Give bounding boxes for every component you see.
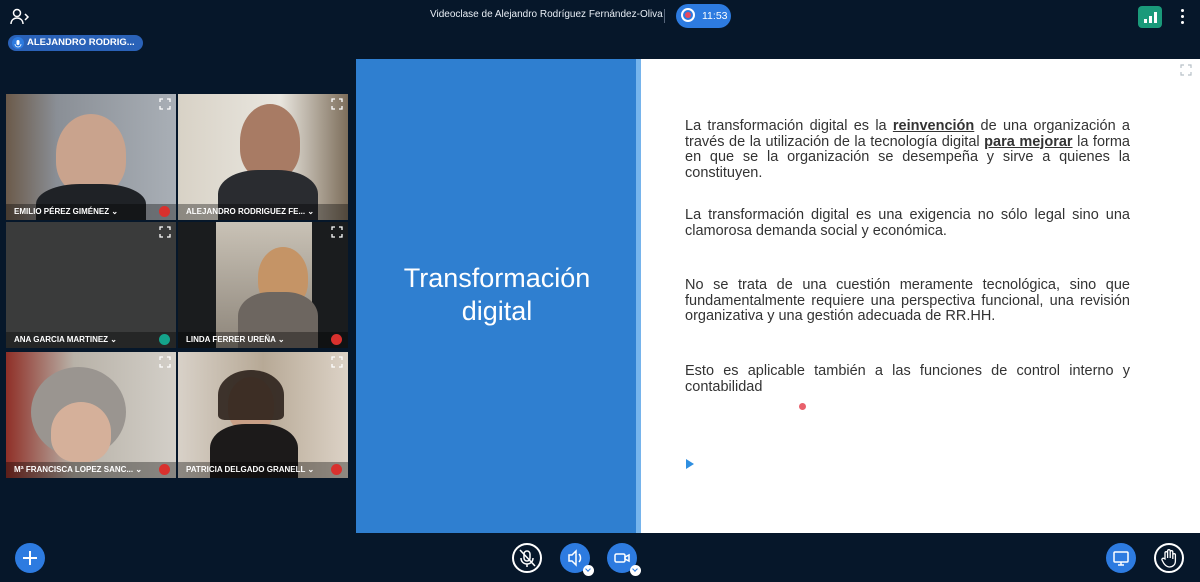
participant-name[interactable]: Mª FRANCISCA LOPEZ SANC... ⌄ bbox=[14, 465, 142, 474]
participant-name[interactable]: ALEJANDRO RODRIGUEZ FE... ⌄ bbox=[186, 207, 314, 216]
raise-hand-button[interactable] bbox=[1154, 543, 1184, 573]
muted-icon bbox=[331, 334, 342, 345]
expand-icon[interactable] bbox=[331, 98, 343, 110]
video-tile[interactable]: ANA GARCIA MARTINEZ ⌄ bbox=[6, 222, 176, 348]
expand-icon[interactable] bbox=[159, 98, 171, 110]
microphone-icon bbox=[12, 37, 24, 49]
connection-status-icon[interactable] bbox=[1138, 6, 1162, 28]
chevron-down-icon[interactable] bbox=[630, 565, 641, 576]
camera-button[interactable] bbox=[607, 543, 641, 576]
presenter-badge[interactable]: ALEJANDRO RODRIG... bbox=[8, 35, 143, 51]
participant-name[interactable]: ANA GARCIA MARTINEZ ⌄ bbox=[14, 335, 117, 344]
meeting-title: Videoclase de Alejandro Rodríguez Fernán… bbox=[430, 9, 663, 20]
chevron-down-icon[interactable] bbox=[583, 565, 594, 576]
expand-icon[interactable] bbox=[331, 356, 343, 368]
play-icon[interactable] bbox=[686, 459, 694, 469]
video-tile[interactable]: LINDA FERRER UREÑA ⌄ bbox=[178, 222, 348, 348]
slide-title-line: digital bbox=[461, 296, 533, 326]
microphone-off-icon bbox=[519, 549, 536, 567]
participant-name[interactable]: LINDA FERRER UREÑA ⌄ bbox=[186, 335, 285, 344]
slide-paragraph: La transformación digital es la reinvenc… bbox=[685, 118, 1130, 181]
slide-title: Transformación digital bbox=[356, 262, 638, 328]
users-icon[interactable] bbox=[10, 8, 32, 26]
video-tile[interactable]: Mª FRANCISCA LOPEZ SANC... ⌄ bbox=[6, 352, 176, 478]
expand-icon[interactable] bbox=[159, 226, 171, 238]
record-icon bbox=[681, 8, 695, 22]
hand-icon bbox=[1161, 549, 1177, 568]
audio-button[interactable] bbox=[560, 543, 594, 576]
slide-paragraph: Esto es aplicable también a las funcione… bbox=[685, 363, 1130, 395]
screen-share-icon bbox=[1113, 551, 1129, 566]
presenter-name: ALEJANDRO RODRIG... bbox=[27, 37, 135, 48]
participant-name[interactable]: PATRICIA DELGADO GRANELL ⌄ bbox=[186, 465, 314, 474]
recording-time: 11:53 bbox=[702, 10, 728, 22]
video-tile[interactable]: ALEJANDRO RODRIGUEZ FE... ⌄ bbox=[178, 94, 348, 220]
muted-icon bbox=[331, 464, 342, 475]
muted-icon bbox=[159, 464, 170, 475]
recording-indicator[interactable]: 11:53 bbox=[676, 4, 731, 28]
slide-paragraph: No se trata de una cuestión meramente te… bbox=[685, 277, 1130, 324]
add-action-button[interactable] bbox=[15, 543, 45, 573]
participant-name-bar: EMILIO PÉREZ GIMÉNEZ ⌄ bbox=[6, 204, 176, 220]
fullscreen-icon[interactable] bbox=[1180, 64, 1192, 76]
divider bbox=[664, 9, 665, 23]
mute-button[interactable] bbox=[512, 543, 542, 573]
headphones-icon bbox=[159, 334, 170, 345]
slide-title-line: Transformación bbox=[403, 263, 591, 293]
muted-icon bbox=[159, 206, 170, 217]
participant-name-bar: Mª FRANCISCA LOPEZ SANC... ⌄ bbox=[6, 462, 176, 478]
participant-name[interactable]: EMILIO PÉREZ GIMÉNEZ ⌄ bbox=[14, 207, 118, 216]
laser-pointer bbox=[799, 403, 806, 410]
participant-name-bar: ANA GARCIA MARTINEZ ⌄ bbox=[6, 332, 176, 348]
expand-icon[interactable] bbox=[159, 356, 171, 368]
share-screen-button[interactable] bbox=[1106, 543, 1136, 573]
expand-icon[interactable] bbox=[331, 226, 343, 238]
participant-name-bar: PATRICIA DELGADO GRANELL ⌄ bbox=[178, 462, 348, 478]
slide-paragraph: La transformación digital es una exigenc… bbox=[685, 207, 1130, 239]
video-tile[interactable]: PATRICIA DELGADO GRANELL ⌄ bbox=[178, 352, 348, 478]
participant-name-bar: ALEJANDRO RODRIGUEZ FE... ⌄ bbox=[178, 204, 348, 220]
video-tile[interactable]: EMILIO PÉREZ GIMÉNEZ ⌄ bbox=[6, 94, 176, 220]
more-options-icon[interactable] bbox=[1177, 6, 1187, 26]
participant-name-bar: LINDA FERRER UREÑA ⌄ bbox=[178, 332, 348, 348]
